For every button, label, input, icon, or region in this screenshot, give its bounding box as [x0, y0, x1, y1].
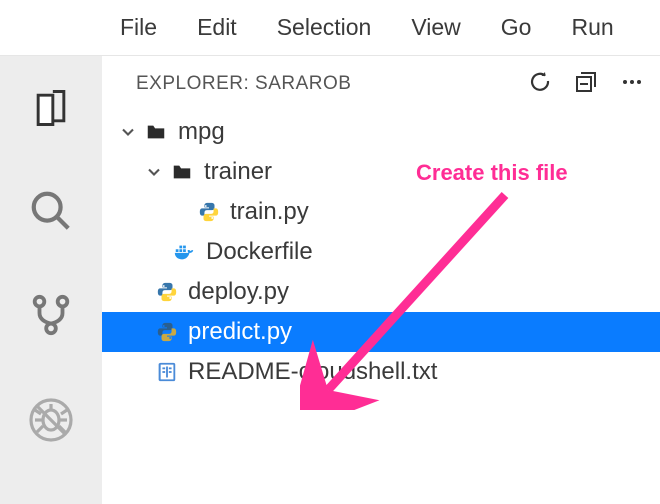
explorer-header: EXPLORER: SARAROB — [102, 56, 660, 112]
chevron-down-icon — [118, 122, 138, 142]
menu-run[interactable]: Run — [571, 14, 613, 41]
tree-label: deploy.py — [188, 278, 289, 306]
tree-label: predict.py — [188, 318, 292, 346]
menu-file[interactable]: File — [120, 14, 157, 41]
tree-file-train[interactable]: train.py — [102, 192, 660, 232]
tree-label: Dockerfile — [206, 238, 313, 266]
python-file-icon — [156, 281, 178, 303]
collapse-all-icon[interactable] — [574, 70, 598, 99]
tree-label: train.py — [230, 198, 309, 226]
tree-label: README-cloudshell.txt — [188, 358, 437, 386]
folder-icon — [170, 161, 194, 183]
source-control-icon[interactable] — [28, 292, 74, 338]
menu-edit[interactable]: Edit — [197, 14, 237, 41]
folder-icon — [144, 121, 168, 143]
search-icon[interactable] — [28, 188, 74, 234]
explorer-title: EXPLORER: SARAROB — [136, 73, 528, 95]
file-tree: mpg trainer train.py — [102, 112, 660, 392]
docker-file-icon — [172, 241, 196, 263]
text-file-icon — [156, 361, 178, 383]
menu-go[interactable]: Go — [501, 14, 532, 41]
tree-folder-mpg[interactable]: mpg — [102, 112, 660, 152]
more-actions-icon[interactable] — [620, 70, 644, 99]
explorer-icon[interactable] — [29, 86, 73, 130]
tree-file-readme[interactable]: README-cloudshell.txt — [102, 352, 660, 392]
debug-disabled-icon[interactable] — [27, 396, 75, 444]
menu-selection[interactable]: Selection — [277, 14, 372, 41]
tree-file-dockerfile[interactable]: Dockerfile — [102, 232, 660, 272]
explorer-sidebar: EXPLORER: SARAROB — [102, 56, 660, 504]
python-file-icon — [198, 201, 220, 223]
menu-bar: File Edit Selection View Go Run — [0, 0, 660, 56]
menu-view[interactable]: View — [411, 14, 460, 41]
activity-bar — [0, 56, 102, 504]
tree-file-predict[interactable]: predict.py — [102, 312, 660, 352]
tree-label: mpg — [178, 118, 225, 146]
refresh-icon[interactable] — [528, 70, 552, 99]
tree-label: trainer — [204, 158, 272, 186]
chevron-down-icon — [144, 162, 164, 182]
python-file-icon — [156, 321, 178, 343]
tree-file-deploy[interactable]: deploy.py — [102, 272, 660, 312]
tree-folder-trainer[interactable]: trainer — [102, 152, 660, 192]
